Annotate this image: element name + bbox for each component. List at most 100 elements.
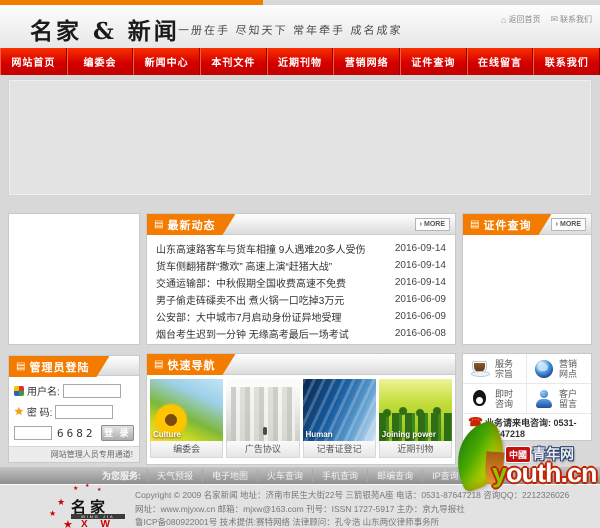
password-label: 密 码: (27, 404, 53, 419)
contact-link[interactable]: ✉ 联系我们 (550, 14, 592, 25)
card-label: 编委会 (150, 441, 223, 458)
news-title: 公安部：大中城市7月启动身份证异地受理 (156, 309, 342, 324)
nav-item-editorial-board[interactable]: 编委会 (67, 48, 134, 75)
nav-item-contact-us[interactable]: 联系我们 (533, 48, 600, 75)
link-weather[interactable]: 天气预报 (147, 469, 202, 482)
services-grid: 服务宗旨 营销网点 即时咨询 客户留言 (463, 354, 591, 414)
phone-text: 业务请来电咨询: 0531-87647218 (485, 418, 577, 439)
service-instant-consult[interactable]: 即时咨询 (463, 384, 527, 414)
home-icon: ⌂ (501, 15, 506, 25)
card-caption: Joining power (382, 430, 436, 439)
card-label: 记者证登记 (303, 441, 376, 458)
more-label: MORE (560, 219, 581, 230)
star-icon: ★ (49, 509, 56, 518)
quick-nav-panel: ▤ 快速导航 Culture 编委会 广告协议 Human 记 (146, 353, 456, 465)
quick-nav-title: 快速导航 (167, 357, 215, 373)
list-icon: ▤ (154, 219, 163, 230)
banner-placeholder (8, 79, 592, 196)
login-button[interactable]: 登 录 (101, 425, 135, 441)
nav-item-marketing-network[interactable]: 营销网络 (333, 48, 400, 75)
card-journalist-registration[interactable]: Human 记者证登记 (303, 379, 376, 458)
nav-item-certificate-query[interactable]: 证件查询 (400, 48, 467, 75)
latest-news-header: ▤ 最新动态 › MORE (147, 214, 455, 235)
icp-line: 鲁ICP备080922001号 技术提供:赛特网络 法律顾问：孔令浩 山东两仪律… (135, 516, 597, 528)
more-arrow-icon: › (420, 219, 422, 230)
admin-login-title: 管理员登陆 (29, 359, 89, 375)
home-link-label: 返回首页 (508, 14, 540, 25)
star-icon: ★ (85, 483, 89, 489)
nav-item-home[interactable]: 网站首页 (0, 48, 67, 75)
star-icon: ★ (73, 485, 78, 492)
service-customer-message[interactable]: 客户留言 (527, 384, 591, 414)
link-ip-query[interactable]: IP查询 (422, 469, 468, 482)
link-train-query[interactable]: 火车查询 (257, 469, 312, 482)
nav-item-online-message[interactable]: 在线留言 (467, 48, 534, 75)
person-icon (534, 389, 554, 409)
footer: ★ ★ ★ ★ ★ ★ 名家 MING JIA X W Copyright © … (0, 484, 600, 528)
news-item[interactable]: 山东高速路客车与货车相撞 9人遇难20多人受伤 2016-09-14 (147, 240, 455, 257)
service-marketing[interactable]: 营销网点 (527, 354, 591, 384)
sunflower-image: Culture (150, 379, 223, 441)
captcha-input[interactable] (14, 426, 52, 440)
latest-news-more-button[interactable]: › MORE (415, 218, 450, 231)
service-purpose[interactable]: 服务宗旨 (463, 354, 527, 384)
admin-login-tab: ▤ 管理员登陆 (9, 356, 109, 377)
star-icon: ★ (57, 497, 65, 508)
quick-nav-tab: ▤ 快速导航 (147, 354, 235, 375)
nav-item-news-center[interactable]: 新闻中心 (133, 48, 200, 75)
news-item[interactable]: 烟台考生迟到一分钟 无缘高考最后一场考试 2016-06-08 (147, 325, 455, 342)
username-input[interactable] (63, 384, 121, 398)
header-links: ⌂ 返回首页 ✉ 联系我们 (501, 14, 592, 25)
coffee-icon (470, 359, 490, 379)
news-title: 山东高速路客车与货车相撞 9人遇难20多人受伤 (156, 241, 365, 256)
contact-link-label: 联系我们 (560, 14, 592, 25)
nav-item-recent-publications[interactable]: 近期刊物 (267, 48, 334, 75)
more-arrow-icon: › (556, 219, 558, 230)
certificate-query-title: 证件查询 (483, 217, 531, 233)
card-ad-agreement[interactable]: 广告协议 (226, 379, 299, 458)
china-badge: 中國 (506, 447, 530, 462)
card-caption: Human (306, 430, 333, 439)
card-editorial-board[interactable]: Culture 编委会 (150, 379, 223, 458)
news-title: 交通运输部：中秋假期全国收费高速不免费 (156, 275, 346, 290)
service-label: 营销网点 (559, 359, 579, 379)
captcha-row: 6682 登 录 (14, 425, 134, 441)
certificate-query-header: ▤ 证件查询 › MORE (463, 214, 591, 235)
globe-icon (534, 359, 554, 379)
card-label: 近期刊物 (379, 441, 452, 458)
admin-login-form: 用户名: ★ 密 码: 6682 登 录 (9, 376, 139, 441)
website-line: 网址：www.mjyxw.cn 邮箱：mjxw@163.com 刊号：ISSN … (135, 503, 597, 517)
left-empty-panel (8, 213, 140, 345)
star-icon: ★ (97, 487, 101, 493)
list-icon: ▤ (154, 359, 163, 370)
news-date: 2016-09-14 (395, 277, 446, 288)
news-item[interactable]: 公安部：大中城市7月启动身份证异地受理 2016-06-09 (147, 308, 455, 325)
certificate-query-more-button[interactable]: › MORE (551, 218, 586, 231)
service-label: 服务宗旨 (495, 359, 515, 379)
card-label: 广告协议 (226, 441, 299, 458)
more-label: MORE (424, 219, 445, 230)
link-mobile-query[interactable]: 手机查询 (312, 469, 367, 482)
news-item[interactable]: 货车侧翻猪群“撒欢” 高速上演“赶猪大战” 2016-09-14 (147, 257, 455, 274)
phone-icon: ☎ (468, 417, 483, 428)
captcha-code: 6682 (57, 427, 96, 440)
news-date: 2016-09-14 (395, 260, 446, 271)
news-item[interactable]: 交通运输部：中秋假期全国收费高速不免费 2016-09-14 (147, 274, 455, 291)
service-label: 即时咨询 (495, 389, 515, 409)
link-emap[interactable]: 电子地图 (202, 469, 257, 482)
news-list: 山东高速路客车与货车相撞 9人遇难20多人受伤 2016-09-14 货车侧翻猪… (147, 235, 455, 342)
list-icon: ▤ (16, 361, 25, 372)
news-item[interactable]: 男子偷走砗磲卖不出 煮火锅一口吃掉3万元 2016-06-09 (147, 291, 455, 308)
copyright-line: Copyright © 2009 名家新闻 地址：济南市民生大街22号 三箭银苑… (135, 489, 597, 503)
news-date: 2016-09-14 (395, 243, 446, 254)
password-input[interactable] (55, 405, 113, 419)
home-link[interactable]: ⌂ 返回首页 (501, 14, 540, 25)
star-icon: ★ (63, 518, 73, 528)
card-caption: Culture (153, 430, 181, 439)
admin-login-note: 网站管理人员专用通道! (9, 446, 139, 462)
qq-penguin-icon (470, 389, 490, 409)
card-recent-publications[interactable]: Joining power 近期刊物 (379, 379, 452, 458)
certificate-query-panel: ▤ 证件查询 › MORE (462, 213, 592, 345)
link-zipcode-query[interactable]: 邮编查询 (367, 469, 422, 482)
nav-item-documents[interactable]: 本刊文件 (200, 48, 267, 75)
